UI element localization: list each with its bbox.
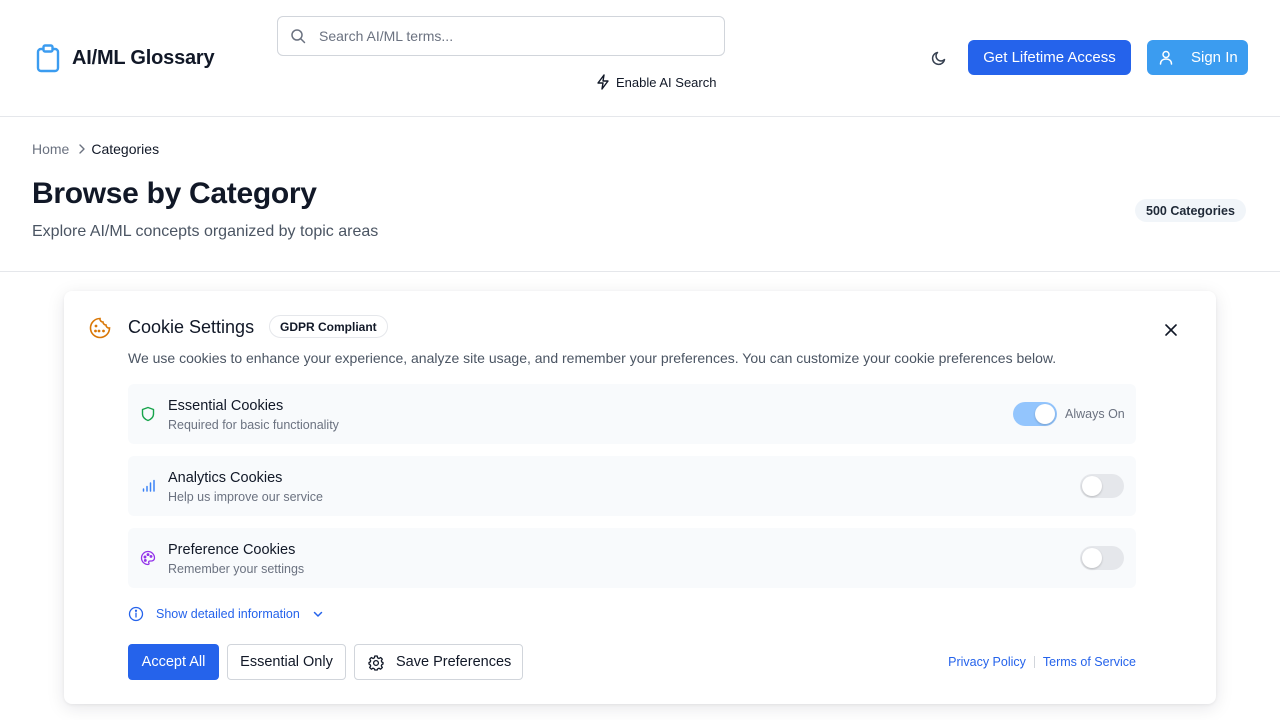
- essential-cookies-title: Essential Cookies: [168, 398, 284, 414]
- essential-only-label: Essential Only: [240, 654, 333, 670]
- privacy-policy-link[interactable]: Privacy Policy: [948, 655, 1026, 669]
- essential-only-button[interactable]: Essential Only: [227, 644, 346, 680]
- save-preferences-button[interactable]: Save Preferences: [354, 644, 523, 680]
- toggle-knob: [1082, 548, 1102, 568]
- analytics-cookies-title: Analytics Cookies: [168, 470, 283, 486]
- always-on-label: Always On: [1065, 407, 1125, 421]
- preference-cookies-title: Preference Cookies: [168, 542, 296, 558]
- user-icon: [1159, 50, 1173, 65]
- gdpr-badge: GDPR Compliant: [269, 315, 388, 338]
- enable-ai-search-button[interactable]: Enable AI Search: [596, 74, 716, 90]
- bar-chart-icon: [142, 479, 155, 492]
- breadcrumb-home-link[interactable]: Home: [32, 141, 69, 157]
- show-details-toggle[interactable]: Show detailed information: [128, 606, 324, 622]
- legal-links: Privacy Policy Terms of Service: [948, 655, 1136, 669]
- preference-cookies-subtitle: Remember your settings: [168, 562, 305, 576]
- essential-cookies-subtitle: Required for basic functionality: [168, 418, 339, 432]
- show-details-label: Show detailed information: [156, 607, 300, 621]
- app-title: AI/ML Glossary: [72, 47, 215, 69]
- divider: [0, 271, 1280, 272]
- palette-icon: [140, 550, 156, 566]
- lightning-icon: [597, 74, 609, 90]
- gear-icon: [368, 655, 384, 671]
- terms-of-service-link[interactable]: Terms of Service: [1043, 655, 1136, 669]
- save-preferences-label: Save Preferences: [396, 654, 512, 670]
- chevron-down-icon: [313, 611, 323, 617]
- enable-ai-search-label: Enable AI Search: [616, 74, 717, 90]
- search-box: [277, 16, 725, 56]
- analytics-cookies-subtitle: Help us improve our service: [168, 490, 323, 504]
- analytics-cookies-toggle[interactable]: [1080, 474, 1124, 498]
- cookie-icon: [89, 317, 111, 339]
- site-header: AI/ML Glossary Enable AI Search Get Life…: [0, 0, 1280, 117]
- page-subtitle: Explore AI/ML concepts organized by topi…: [32, 223, 379, 240]
- theme-toggle-button[interactable]: [928, 47, 950, 69]
- search-input[interactable]: [278, 17, 724, 55]
- toggle-knob: [1082, 476, 1102, 496]
- search-icon: [291, 29, 306, 44]
- preference-cookies-row: Preference Cookies Remember your setting…: [128, 528, 1136, 588]
- cookie-dialog-title: Cookie Settings: [128, 317, 255, 337]
- preference-cookies-toggle[interactable]: [1080, 546, 1124, 570]
- page-title: Browse by Category: [32, 177, 317, 210]
- moon-icon: [931, 51, 946, 66]
- breadcrumb: Home Categories: [32, 141, 159, 157]
- analytics-cookies-row: Analytics Cookies Help us improve our se…: [128, 456, 1136, 516]
- chevron-right-icon: [77, 143, 87, 155]
- info-icon: [128, 606, 144, 622]
- link-separator: [1033, 656, 1035, 668]
- toggle-knob: [1035, 404, 1055, 424]
- logo[interactable]: AI/ML Glossary: [36, 44, 215, 73]
- essential-cookies-toggle[interactable]: [1013, 402, 1057, 426]
- shield-icon: [141, 406, 155, 422]
- cookie-settings-dialog: Cookie Settings GDPR Compliant We use co…: [64, 291, 1216, 704]
- category-count-badge: 500 Categories: [1135, 199, 1246, 222]
- cookie-dialog-description: We use cookies to enhance your experienc…: [128, 350, 1057, 366]
- breadcrumb-current: Categories: [91, 141, 160, 157]
- get-lifetime-access-label: Get Lifetime Access: [983, 49, 1116, 66]
- essential-cookies-row: Essential Cookies Required for basic fun…: [128, 384, 1136, 444]
- get-lifetime-access-button[interactable]: Get Lifetime Access: [968, 40, 1131, 75]
- sign-in-button[interactable]: Sign In: [1147, 40, 1248, 75]
- accept-all-button[interactable]: Accept All: [128, 644, 219, 680]
- sign-in-label: Sign In: [1191, 49, 1238, 66]
- clipboard-icon: [36, 44, 60, 73]
- accept-all-label: Accept All: [141, 654, 206, 670]
- close-icon[interactable]: [1163, 322, 1179, 338]
